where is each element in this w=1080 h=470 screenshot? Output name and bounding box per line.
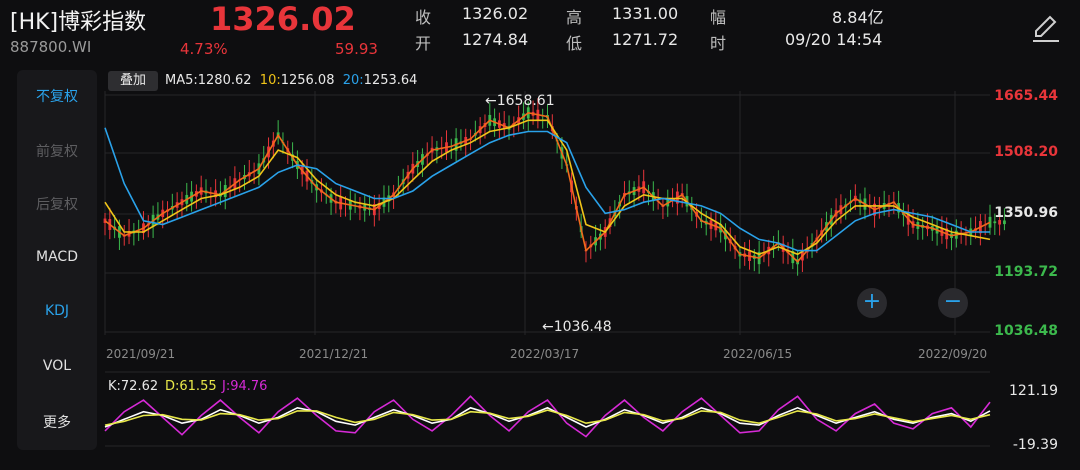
candle-body — [993, 221, 997, 224]
kdj-d-label: D:61.55 — [165, 379, 217, 394]
y-tick-label: 1350.96 — [994, 205, 1058, 221]
kdj-k-label: K:72.62 — [108, 379, 159, 394]
low-annotation: ←1036.48 — [542, 319, 612, 335]
x-tick-label: 2021/12/21 — [299, 347, 369, 361]
kdj-tick-label: -19.39 — [1012, 437, 1058, 453]
zoom-in-button[interactable]: + — [857, 288, 887, 318]
y-tick-label: 1508.20 — [994, 144, 1058, 160]
x-tick-label: 2022/09/20 — [918, 347, 988, 361]
kdj-j-label: J:94.76 — [222, 379, 268, 394]
kdj-tick-label: 121.19 — [1009, 383, 1058, 399]
ma10-line — [104, 119, 991, 256]
ma20-line — [104, 127, 990, 252]
x-tick-label: 2021/09/21 — [106, 347, 176, 361]
zoom-out-button[interactable]: − — [938, 288, 968, 318]
price-chart: ←1658.61 ←1036.48 — [103, 91, 1006, 447]
y-tick-label: 1193.72 — [994, 264, 1058, 280]
candle-body — [1003, 220, 1006, 225]
x-tick-label: 2022/06/15 — [723, 347, 793, 361]
high-annotation: ←1658.61 — [485, 93, 555, 109]
y-tick-label: 1665.44 — [994, 88, 1058, 104]
x-tick-label: 2022/03/17 — [510, 347, 580, 361]
y-tick-label: 1036.48 — [994, 323, 1058, 339]
